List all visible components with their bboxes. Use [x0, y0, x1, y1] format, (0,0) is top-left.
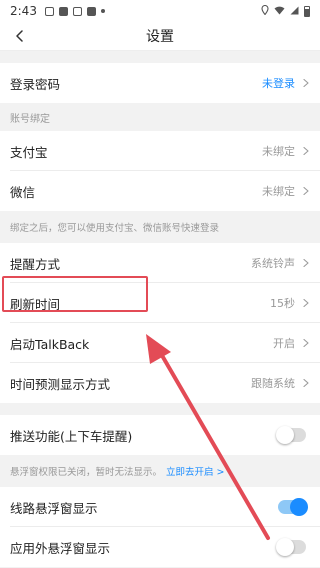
push-toggle[interactable] [276, 426, 306, 444]
battery-icon [304, 5, 310, 17]
chevron-right-icon [303, 187, 309, 195]
chevron-right-icon [303, 379, 309, 387]
status-bar: 2:43 [0, 0, 320, 22]
location-icon [261, 4, 269, 18]
push-label: 推送功能(上下车提醒) [10, 428, 133, 444]
reminder-mode-value: 系统铃声 [251, 257, 295, 270]
time-prediction-label: 时间预测显示方式 [10, 376, 111, 392]
talkback-label: 启动TalkBack [10, 336, 90, 352]
talkback-value: 开启 [273, 337, 295, 350]
binding-hint: 绑定之后，您可以使用支付宝、微信账号快速登录 [10, 223, 220, 234]
account-binding-header: 账号绑定 [10, 113, 50, 125]
chevron-right-icon [303, 299, 309, 307]
status-right [261, 4, 310, 18]
notification-icon [44, 6, 54, 16]
outside-float-toggle[interactable] [276, 538, 306, 556]
chevron-right-icon [303, 79, 309, 87]
alipay-label: 支付宝 [10, 144, 48, 160]
toggle-knob [276, 426, 294, 444]
chevron-right-icon [303, 259, 309, 267]
reminder-mode-row[interactable]: 提醒方式 系统铃声 [0, 243, 320, 283]
chevron-right-icon [303, 339, 309, 347]
navigation-bar: 设置 [0, 22, 320, 51]
dot-icon [100, 9, 105, 13]
float-permission-hint: 悬浮窗权限已关闭，暂时无法显示。 立即去开启 > [0, 455, 320, 487]
login-password-label: 登录密码 [10, 76, 61, 92]
outside-float-row: 应用外悬浮窗显示 [0, 527, 320, 567]
alipay-value: 未绑定 [262, 145, 295, 158]
message-icon [72, 6, 82, 16]
signal-icon [290, 5, 299, 18]
back-button[interactable] [8, 22, 32, 50]
toggle-knob [290, 498, 308, 516]
login-password-row[interactable]: 登录密码 未登录 [0, 63, 320, 103]
refresh-time-row[interactable]: 刷新时间 15秒 [0, 283, 320, 323]
chevron-right-icon [303, 147, 309, 155]
chevron-left-icon [16, 30, 23, 42]
page-title: 设置 [146, 29, 174, 45]
float-hint-text: 悬浮窗权限已关闭，暂时无法显示。 [10, 467, 163, 478]
status-time: 2:43 [10, 4, 37, 18]
time-prediction-row[interactable]: 时间预测显示方式 跟随系统 [0, 363, 320, 403]
login-status-value: 未登录 [262, 77, 295, 90]
enable-now-link[interactable]: 立即去开启 > [166, 464, 224, 478]
talkback-row[interactable]: 启动TalkBack 开启 [0, 323, 320, 363]
toggle-knob [276, 538, 294, 556]
route-float-row: 线路悬浮窗显示 [0, 487, 320, 527]
app-notification-icon [58, 6, 68, 16]
outside-float-label: 应用外悬浮窗显示 [10, 540, 111, 556]
reminder-mode-label: 提醒方式 [10, 256, 61, 272]
wechat-label: 微信 [10, 184, 36, 200]
route-float-toggle[interactable] [278, 498, 308, 516]
alipay-row[interactable]: 支付宝 未绑定 [0, 131, 320, 171]
time-prediction-value: 跟随系统 [251, 377, 295, 390]
wifi-icon [274, 5, 285, 18]
wechat-value: 未绑定 [262, 185, 295, 198]
route-float-label: 线路悬浮窗显示 [10, 500, 98, 516]
refresh-time-value: 15秒 [270, 297, 295, 310]
square-notification-icon [86, 6, 96, 16]
wechat-row[interactable]: 微信 未绑定 [0, 171, 320, 211]
status-left: 2:43 [10, 4, 105, 18]
push-row: 推送功能(上下车提醒) [0, 415, 320, 455]
refresh-time-label: 刷新时间 [10, 296, 61, 312]
